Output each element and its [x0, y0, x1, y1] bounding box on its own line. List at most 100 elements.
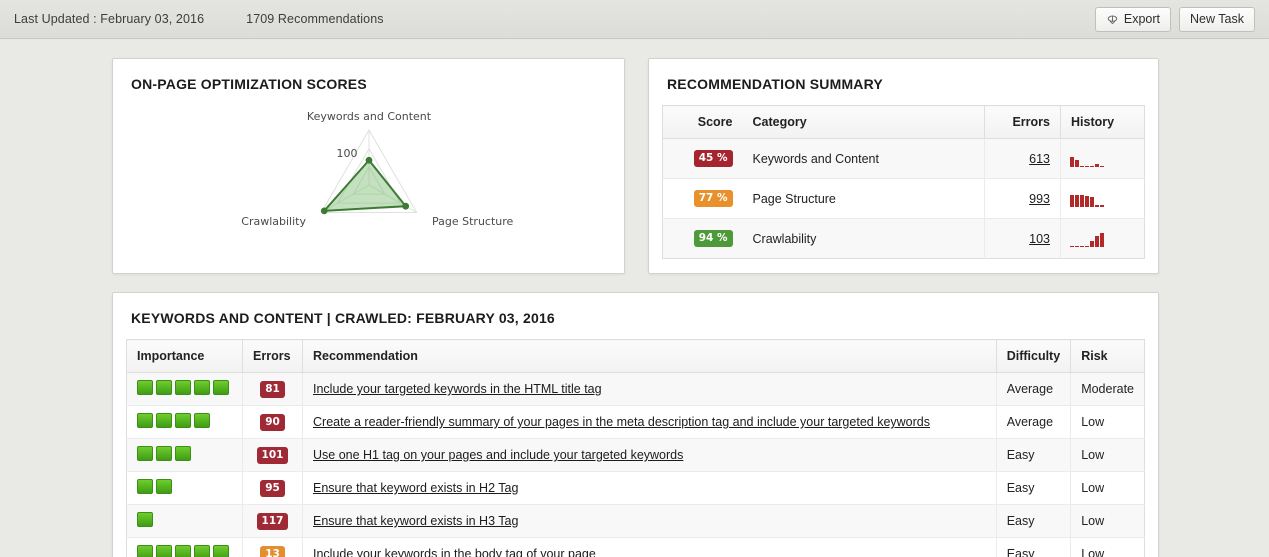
importance-block	[213, 545, 229, 557]
errors-link[interactable]: 613	[1029, 152, 1050, 166]
sparkline-bar	[1100, 166, 1104, 168]
recommendations-count-label: 1709 Recommendations	[246, 12, 384, 26]
importance-meter	[137, 446, 191, 461]
importance-cell	[127, 505, 243, 538]
sparkline-bar	[1090, 241, 1094, 247]
main-col-importance: Importance	[127, 340, 243, 373]
scores-panel-title: ON-PAGE OPTIMIZATION SCORES	[113, 59, 624, 105]
sparkline-bar	[1100, 233, 1104, 247]
importance-block	[194, 545, 210, 557]
summary-errors-cell: 103	[985, 219, 1061, 259]
importance-cell	[127, 439, 243, 472]
radar-axis-label: Keywords and Content	[306, 110, 431, 123]
table-row: 101 Use one H1 tag on your pages and incl…	[127, 439, 1145, 472]
summary-col-history: History	[1061, 106, 1145, 139]
summary-category-cell: Keywords and Content	[743, 139, 985, 179]
recommendation-cell: Ensure that keyword exists in H2 Tag	[303, 472, 997, 505]
difficulty-cell: Easy	[996, 439, 1070, 472]
main-table-wrap: ImportanceErrorsRecommendationDifficulty…	[113, 339, 1158, 557]
history-sparkline	[1070, 187, 1104, 207]
importance-block	[137, 380, 153, 395]
summary-table-header-row: ScoreCategoryErrorsHistory	[663, 106, 1145, 139]
last-updated-label: Last Updated : February 03, 2016	[14, 12, 204, 26]
errors-badge: 81	[260, 381, 285, 398]
importance-cell	[127, 406, 243, 439]
sparkline-bar	[1080, 166, 1084, 168]
export-button-label: Export	[1124, 12, 1160, 26]
recommendation-link[interactable]: Use one H1 tag on your pages and include…	[313, 448, 683, 462]
importance-block	[156, 446, 172, 461]
recommendation-link[interactable]: Ensure that keyword exists in H3 Tag	[313, 514, 518, 528]
errors-cell: 81	[243, 373, 303, 406]
errors-badge: 101	[257, 447, 289, 464]
sparkline-bar	[1080, 195, 1084, 207]
summary-score-cell: 77 %	[663, 179, 743, 219]
difficulty-cell: Easy	[996, 538, 1070, 557]
importance-block	[175, 446, 191, 461]
errors-link[interactable]: 993	[1029, 192, 1050, 206]
sparkline-bar	[1070, 195, 1074, 207]
recommendation-link[interactable]: Create a reader-friendly summary of your…	[313, 415, 930, 429]
main-col-recommendation: Recommendation	[303, 340, 997, 373]
export-icon	[1106, 13, 1119, 26]
sparkline-bar	[1085, 196, 1089, 207]
errors-cell: 13	[243, 538, 303, 557]
importance-block	[156, 479, 172, 494]
risk-cell: Low	[1071, 472, 1145, 505]
difficulty-cell: Easy	[996, 472, 1070, 505]
summary-table-row: 94 %Crawlability103	[663, 219, 1145, 259]
top-toolbar: Last Updated : February 03, 2016 1709 Re…	[0, 0, 1269, 39]
importance-meter	[137, 545, 229, 557]
new-task-button-label: New Task	[1190, 12, 1244, 26]
summary-col-category: Category	[743, 106, 985, 139]
importance-cell	[127, 373, 243, 406]
sparkline-bar	[1080, 246, 1084, 248]
sparkline-bar	[1100, 205, 1104, 207]
risk-cell: Low	[1071, 406, 1145, 439]
importance-block	[175, 545, 191, 557]
importance-block	[175, 413, 191, 428]
sparkline-bar	[1070, 246, 1074, 248]
errors-cell: 117	[243, 505, 303, 538]
main-col-difficulty: Difficulty	[996, 340, 1070, 373]
radar-axis-label: Page Structure	[432, 215, 514, 228]
table-row: 90 Create a reader-friendly summary of yo…	[127, 406, 1145, 439]
recommendation-link[interactable]: Include your targeted keywords in the HT…	[313, 382, 602, 396]
summary-table-row: 77 %Page Structure993	[663, 179, 1145, 219]
main-panel-title: KEYWORDS AND CONTENT | CRAWLED: FEBRUARY…	[113, 293, 1158, 339]
table-row: 117Ensure that keyword exists in H3 TagE…	[127, 505, 1145, 538]
toolbar-actions: Export New Task	[1095, 7, 1255, 32]
difficulty-cell: Average	[996, 406, 1070, 439]
sparkline-bar	[1075, 160, 1079, 167]
sparkline-bar	[1085, 166, 1089, 168]
history-sparkline	[1070, 227, 1104, 247]
recommendation-cell: Use one H1 tag on your pages and include…	[303, 439, 997, 472]
errors-cell: 101	[243, 439, 303, 472]
main-table-body: 81 Include your targeted keywords in the …	[127, 373, 1145, 557]
summary-history-cell	[1061, 139, 1145, 179]
main-table-header-row: ImportanceErrorsRecommendationDifficulty…	[127, 340, 1145, 373]
radar-chart: 100Keywords and ContentPage StructureCra…	[113, 105, 624, 245]
summary-score-cell: 45 %	[663, 139, 743, 179]
risk-cell: Low	[1071, 538, 1145, 557]
summary-score-cell: 94 %	[663, 219, 743, 259]
errors-badge: 13	[260, 546, 285, 557]
export-button[interactable]: Export	[1095, 7, 1171, 32]
sparkline-bar	[1075, 246, 1079, 248]
score-badge: 45 %	[694, 150, 733, 167]
radar-data-point	[365, 157, 372, 164]
errors-cell: 95	[243, 472, 303, 505]
sparkline-bar	[1095, 164, 1099, 167]
errors-badge: 117	[257, 513, 289, 530]
summary-col-errors: Errors	[985, 106, 1061, 139]
errors-badge: 90	[260, 414, 285, 431]
importance-block	[137, 479, 153, 494]
risk-cell: Moderate	[1071, 373, 1145, 406]
recommendation-link[interactable]: Include your keywords in the body tag of…	[313, 547, 596, 557]
errors-link[interactable]: 103	[1029, 232, 1050, 246]
new-task-button[interactable]: New Task	[1179, 7, 1255, 32]
recommendation-link[interactable]: Ensure that keyword exists in H2 Tag	[313, 481, 518, 495]
summary-panel-title: RECOMMENDATION SUMMARY	[649, 59, 1158, 105]
on-page-optimization-scores-panel: ON-PAGE OPTIMIZATION SCORES 100Keywords …	[112, 58, 625, 274]
summary-col-score: Score	[663, 106, 743, 139]
